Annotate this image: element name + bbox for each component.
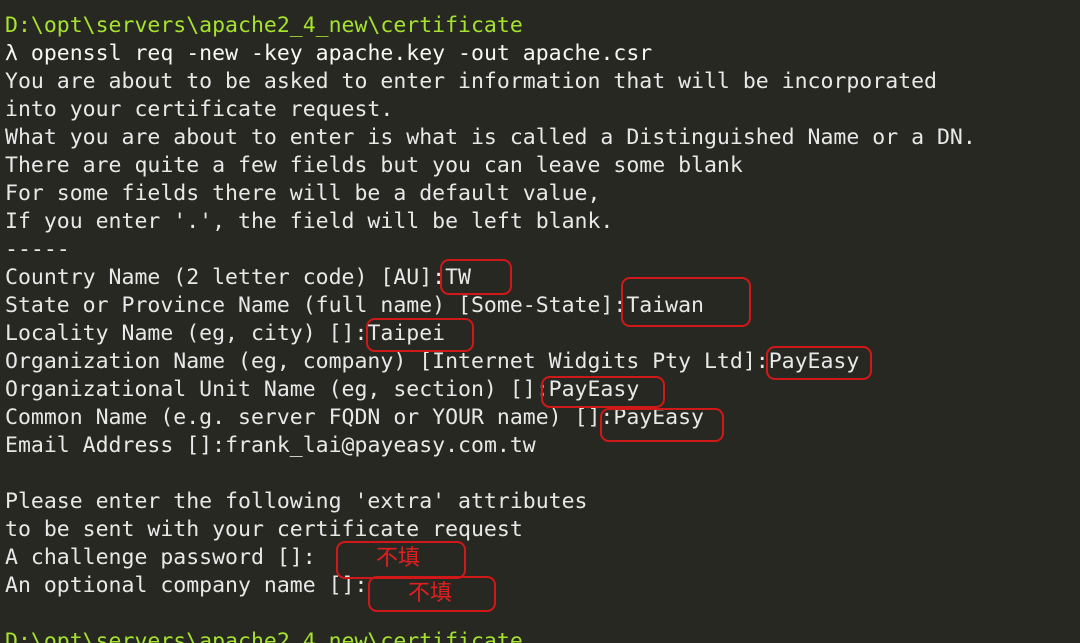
prompt-symbol: λ <box>5 41 18 66</box>
command-line: λ openssl req -new -key apache.key -out … <box>5 40 652 68</box>
annotation-company-note: 不填 <box>408 581 453 606</box>
field-country: Country Name (2 letter code) [AU]:TW <box>5 264 471 292</box>
output-line: If you enter '.', the field will be left… <box>5 209 614 234</box>
company-name-prompt: An optional company name []: <box>5 573 368 598</box>
output-line: to be sent with your certificate request <box>5 517 523 542</box>
highlight-state-value <box>621 277 751 327</box>
field-prompt: Common Name (e.g. server FQDN or YOUR na… <box>5 405 614 430</box>
field-email: Email Address []:frank_lai@payeasy.com.t… <box>5 432 536 460</box>
field-state: State or Province Name (full name) [Some… <box>5 292 704 320</box>
field-prompt: Email Address []: <box>5 433 226 458</box>
output-line: What you are about to enter is what is c… <box>5 125 976 150</box>
output-line: You are about to be asked to enter infor… <box>5 69 937 94</box>
separator-line: ----- <box>5 237 70 262</box>
output-line: There are quite a few fields but you can… <box>5 153 743 178</box>
next-prompt-path: D:\opt\servers\apache2_4_new\certificate <box>5 629 523 643</box>
highlight-country-value <box>440 259 512 295</box>
field-prompt: Locality Name (eg, city) []: <box>5 321 368 346</box>
field-prompt: Organization Name (eg, company) [Interne… <box>5 349 769 374</box>
highlight-locality-value <box>366 318 474 352</box>
cwd-path: D:\opt\servers\apache2_4_new\certificate <box>5 13 523 38</box>
field-prompt: State or Province Name (full name) [Some… <box>5 293 627 318</box>
highlight-organization-value <box>766 346 872 380</box>
annotation-challenge-note: 不填 <box>376 546 421 571</box>
highlight-common-name-value <box>600 408 724 442</box>
field-prompt: Organizational Unit Name (eg, section) [… <box>5 377 549 402</box>
highlight-org-unit-value <box>541 376 665 408</box>
output-line: into your certificate request. <box>5 97 394 122</box>
field-organization: Organization Name (eg, company) [Interne… <box>5 348 859 376</box>
command-text: openssl req -new -key apache.key -out ap… <box>30 41 653 66</box>
terminal-window[interactable]: D:\opt\servers\apache2_4_new\certificate… <box>0 0 1080 643</box>
field-prompt: Country Name (2 letter code) [AU]: <box>5 265 446 290</box>
output-line: Please enter the following 'extra' attri… <box>5 489 588 514</box>
challenge-password-prompt: A challenge password []: <box>5 545 316 570</box>
output-line: For some fields there will be a default … <box>5 181 601 206</box>
field-value: frank_lai@payeasy.com.tw <box>225 433 536 458</box>
